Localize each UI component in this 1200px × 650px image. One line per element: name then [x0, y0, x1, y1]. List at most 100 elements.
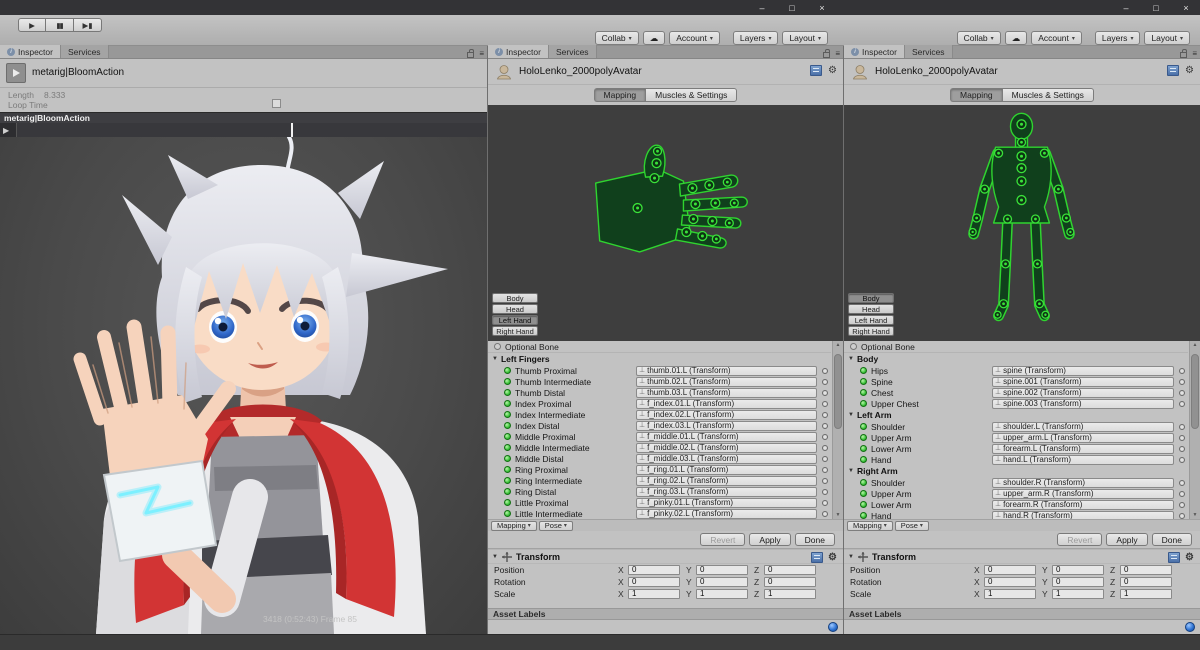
pose-menu-button[interactable]: Pose ▾	[894, 520, 929, 531]
layout-button[interactable]: Layout ▾	[782, 31, 828, 45]
object-picker-icon[interactable]	[1179, 445, 1185, 452]
bone-object-field[interactable]: ⊥ upper_arm.L (Transform)	[992, 433, 1174, 443]
object-picker-icon[interactable]	[822, 367, 828, 374]
tab-mapping[interactable]: Mapping	[593, 88, 646, 102]
apply-button[interactable]: Apply	[1106, 533, 1148, 546]
restore-icon[interactable]: □	[1150, 3, 1162, 13]
close-icon[interactable]: ×	[816, 3, 828, 13]
lock-icon[interactable]	[467, 49, 475, 58]
bone-object-field[interactable]: ⊥ forearm.L (Transform)	[992, 444, 1174, 454]
help-book-icon[interactable]	[1167, 65, 1180, 76]
bone-object-field[interactable]: ⊥ spine.002 (Transform)	[992, 388, 1174, 398]
transform-scale-y-field[interactable]: 1	[1052, 589, 1104, 599]
account-button[interactable]: Account ▾	[669, 31, 720, 45]
bone-object-field[interactable]: ⊥ f_ring.03.L (Transform)	[636, 487, 817, 497]
tab-inspector[interactable]: i Inspector	[844, 45, 905, 58]
transform-position-z-field[interactable]: 0	[1120, 565, 1172, 575]
view-button-right-hand[interactable]: Right Hand	[492, 326, 538, 336]
object-picker-icon[interactable]	[1179, 479, 1185, 486]
help-book-icon[interactable]	[810, 65, 823, 76]
object-picker-icon[interactable]	[822, 466, 828, 473]
close-icon[interactable]: ×	[1180, 3, 1192, 13]
transform-position-y-field[interactable]: 0	[696, 565, 748, 575]
bone-object-field[interactable]: ⊥ spine (Transform)	[992, 366, 1174, 376]
restore-icon[interactable]: □	[786, 3, 798, 13]
transform-rotation-x-field[interactable]: 0	[628, 577, 680, 587]
account-button[interactable]: Account ▾	[1031, 31, 1082, 45]
bone-object-field[interactable]: ⊥ f_middle.03.L (Transform)	[636, 454, 817, 464]
scrollbar[interactable]: ▲ ▼	[832, 341, 843, 519]
transform-rotation-x-field[interactable]: 0	[984, 577, 1036, 587]
asset-labels-header[interactable]: Asset Labels	[844, 608, 1200, 620]
lock-icon[interactable]	[1180, 49, 1188, 58]
bone-object-field[interactable]: ⊥ f_ring.02.L (Transform)	[636, 476, 817, 486]
bone-object-field[interactable]: ⊥ hand.R (Transform)	[992, 511, 1174, 519]
gear-icon[interactable]: ⚙	[828, 65, 837, 76]
asset-labels-header[interactable]: Asset Labels	[488, 608, 843, 620]
bone-object-field[interactable]: ⊥ upper_arm.R (Transform)	[992, 489, 1174, 499]
scrollbar-thumb[interactable]	[1191, 354, 1199, 429]
hand-mapping-diagram[interactable]	[488, 105, 843, 341]
bone-object-field[interactable]: ⊥ thumb.03.L (Transform)	[636, 388, 817, 398]
playhead[interactable]	[291, 123, 293, 137]
revert-button[interactable]: Revert	[700, 533, 746, 546]
bone-object-field[interactable]: ⊥ f_pinky.01.L (Transform)	[636, 498, 817, 508]
mapping-menu-button[interactable]: Mapping ▾	[847, 520, 893, 531]
transform-header[interactable]: ▼ Transform ⚙	[488, 550, 843, 564]
panel-menu-icon[interactable]: ≡	[479, 49, 484, 58]
animation-preview-viewport[interactable]: 3418 (0:52:43) Frame 85	[0, 137, 487, 634]
bone-object-field[interactable]: ⊥ f_middle.01.L (Transform)	[636, 432, 817, 442]
object-picker-icon[interactable]	[822, 400, 828, 407]
collab-button[interactable]: Collab ▾	[956, 31, 1001, 45]
tab-services[interactable]: Services	[904, 45, 953, 58]
view-button-body[interactable]: Body	[848, 293, 894, 303]
object-picker-icon[interactable]	[822, 510, 828, 517]
object-picker-icon[interactable]	[1179, 400, 1185, 407]
tab-inspector[interactable]: i Inspector	[488, 45, 549, 58]
object-picker-icon[interactable]	[822, 422, 828, 429]
lock-icon[interactable]	[823, 49, 831, 58]
scrollbar-thumb[interactable]	[834, 354, 842, 429]
tab-services[interactable]: Services	[548, 45, 597, 58]
view-button-left-hand[interactable]: Left Hand	[848, 315, 894, 325]
scroll-up-icon[interactable]: ▲	[833, 342, 843, 348]
view-button-head[interactable]: Head	[848, 304, 894, 314]
bone-object-field[interactable]: ⊥ shoulder.L (Transform)	[992, 422, 1174, 432]
object-picker-icon[interactable]	[822, 477, 828, 484]
transform-scale-x-field[interactable]: 1	[628, 589, 680, 599]
object-picker-icon[interactable]	[1179, 378, 1185, 385]
done-button[interactable]: Done	[794, 533, 835, 546]
pause-button[interactable]: ▮▮	[46, 18, 74, 32]
bone-group-right-arm[interactable]: ▼ Right Arm	[844, 465, 1188, 477]
transform-header[interactable]: ▼ Transform ⚙	[844, 550, 1200, 564]
bone-object-field[interactable]: ⊥ thumb.01.L (Transform)	[636, 366, 817, 376]
transform-scale-y-field[interactable]: 1	[696, 589, 748, 599]
gear-icon[interactable]: ⚙	[828, 552, 837, 563]
object-picker-icon[interactable]	[1179, 501, 1185, 508]
bone-object-field[interactable]: ⊥ shoulder.R (Transform)	[992, 478, 1174, 488]
bone-object-field[interactable]: ⊥ f_pinky.02.L (Transform)	[636, 509, 817, 519]
bone-object-field[interactable]: ⊥ f_index.03.L (Transform)	[636, 421, 817, 431]
scroll-down-icon[interactable]: ▼	[833, 512, 843, 518]
tab-services[interactable]: Services	[60, 45, 109, 58]
transform-scale-x-field[interactable]: 1	[984, 589, 1036, 599]
object-picker-icon[interactable]	[822, 444, 828, 451]
transform-scale-z-field[interactable]: 1	[1120, 589, 1172, 599]
asset-label-picker-icon[interactable]	[1185, 622, 1195, 632]
object-picker-icon[interactable]	[822, 499, 828, 506]
collab-button[interactable]: Collab ▾	[594, 31, 639, 45]
object-picker-icon[interactable]	[822, 411, 828, 418]
bone-object-field[interactable]: ⊥ hand.L (Transform)	[992, 455, 1174, 465]
view-button-left-hand[interactable]: Left Hand	[492, 315, 538, 325]
bone-group-left-fingers[interactable]: ▼ Left Fingers	[488, 353, 831, 365]
preview-timeline[interactable]	[16, 123, 487, 137]
bone-group-left-arm[interactable]: ▼ Left Arm	[844, 409, 1188, 421]
object-picker-icon[interactable]	[822, 389, 828, 396]
bone-object-field[interactable]: ⊥ f_index.02.L (Transform)	[636, 410, 817, 420]
object-picker-icon[interactable]	[1179, 423, 1185, 430]
help-book-icon[interactable]	[811, 552, 824, 563]
bone-object-field[interactable]: ⊥ f_ring.01.L (Transform)	[636, 465, 817, 475]
view-button-right-hand[interactable]: Right Hand	[848, 326, 894, 336]
transform-position-y-field[interactable]: 0	[1052, 565, 1104, 575]
revert-button[interactable]: Revert	[1057, 533, 1103, 546]
